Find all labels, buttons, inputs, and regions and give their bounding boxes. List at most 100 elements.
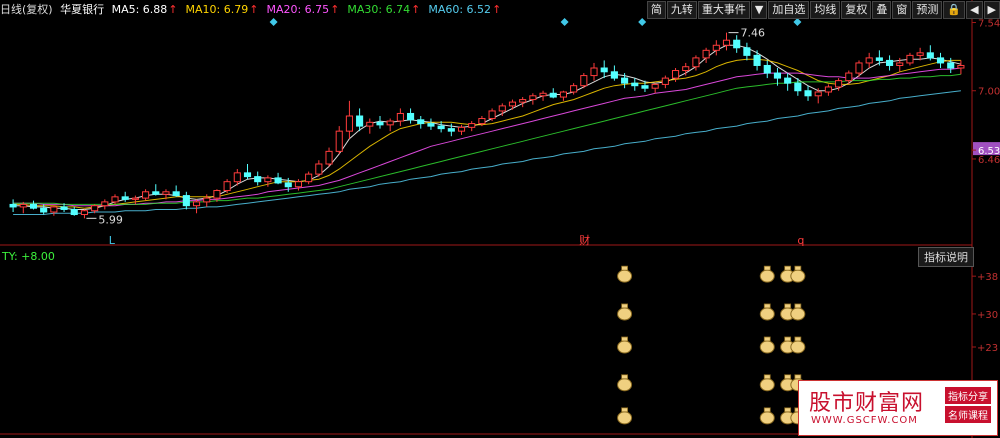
candle-body[interactable] [671, 70, 680, 79]
watermark-tag-share[interactable]: 指标分享 [945, 387, 991, 404]
toolbar-button[interactable]: 加自选 [768, 1, 810, 19]
toolbar-button[interactable]: 九转 [666, 1, 697, 19]
candle-body[interactable] [80, 210, 88, 216]
toolbar-button[interactable]: ▼ [750, 1, 768, 19]
candle-body[interactable] [682, 66, 690, 72]
candle-body[interactable] [488, 110, 496, 120]
candle-body[interactable] [315, 163, 323, 175]
candle-body[interactable] [814, 91, 822, 97]
candle-body[interactable] [478, 118, 486, 125]
candle-body[interactable] [692, 57, 700, 68]
candle-body[interactable] [376, 121, 384, 126]
candle-body[interactable] [213, 190, 221, 199]
candle-body[interactable] [763, 64, 771, 74]
candle-body[interactable] [437, 125, 445, 130]
candle-body[interactable] [610, 71, 618, 79]
candle-body[interactable] [131, 197, 139, 200]
candle-body[interactable] [753, 54, 761, 66]
toolbar-button[interactable]: 重大事件 [697, 1, 750, 19]
kline-chart[interactable]: 7.547.006.536.467.465.99L财q+38+30+23+15+… [0, 0, 1000, 438]
candle-body[interactable] [631, 82, 639, 87]
candle-body[interactable] [570, 85, 578, 93]
candle-body[interactable] [203, 197, 211, 203]
candle-body[interactable] [886, 59, 894, 66]
candle-body[interactable] [865, 57, 873, 64]
candle-body[interactable] [243, 172, 252, 178]
candle-body[interactable] [325, 150, 333, 165]
candle-body[interactable] [101, 201, 109, 207]
candle-body[interactable] [845, 72, 853, 82]
candle-body[interactable] [366, 121, 374, 127]
candle-body[interactable] [91, 205, 99, 212]
watermark-tag-course[interactable]: 名师课程 [945, 406, 991, 423]
candle-body[interactable] [957, 64, 965, 69]
candle-body[interactable] [254, 176, 262, 183]
candle-body[interactable] [70, 208, 78, 216]
candle-body[interactable] [916, 52, 924, 56]
candle-body[interactable] [468, 123, 476, 128]
candle-body[interactable] [559, 91, 567, 98]
candle-body[interactable] [19, 203, 27, 208]
candle-body[interactable] [223, 181, 231, 192]
toolbar-button[interactable]: 均线 [810, 1, 841, 19]
candle-body[interactable] [722, 39, 731, 46]
candle-body[interactable] [233, 172, 241, 183]
toolbar-button[interactable]: 🔒 [943, 1, 966, 19]
candle-body[interactable] [457, 126, 466, 132]
candle-body[interactable] [794, 82, 802, 92]
toolbar-button[interactable]: 预测 [912, 1, 943, 19]
toolbar-button[interactable]: ▶ [983, 1, 1000, 19]
candle-body[interactable] [335, 130, 343, 152]
candle-body[interactable] [9, 203, 17, 208]
candle-body[interactable] [172, 191, 180, 197]
candle-body[interactable] [519, 99, 527, 103]
candle-body[interactable] [702, 49, 710, 59]
candle-body[interactable] [427, 123, 435, 127]
toolbar-button[interactable]: 复权 [841, 1, 872, 19]
candle-body[interactable] [60, 206, 68, 210]
candle-body[interactable] [875, 57, 883, 61]
candle-body[interactable] [192, 201, 201, 207]
candle-body[interactable] [529, 95, 537, 101]
candle-body[interactable] [284, 182, 292, 188]
candle-body[interactable] [661, 77, 669, 85]
candle-body[interactable] [804, 90, 812, 97]
candle-body[interactable] [621, 77, 629, 84]
candle-body[interactable] [784, 77, 792, 84]
candle-body[interactable] [580, 75, 588, 87]
candle-body[interactable] [824, 86, 832, 93]
candle-body[interactable] [498, 105, 506, 112]
candle-body[interactable] [926, 52, 934, 59]
candle-body[interactable] [539, 92, 547, 97]
candle-body[interactable] [549, 92, 557, 98]
candle-body[interactable] [50, 206, 58, 213]
site-watermark[interactable]: 股市财富网 WWW.GSCFW.COM 指标分享 名师课程 [798, 380, 998, 436]
candle-body[interactable] [733, 39, 741, 49]
candle-body[interactable] [590, 67, 598, 77]
candle-body[interactable] [264, 177, 272, 183]
candle-body[interactable] [29, 203, 38, 209]
candle-body[interactable] [345, 115, 353, 132]
candle-body[interactable] [773, 72, 782, 79]
candle-body[interactable] [111, 196, 119, 203]
candle-body[interactable] [142, 191, 150, 199]
candle-body[interactable] [294, 181, 303, 188]
candle-body[interactable] [600, 67, 608, 73]
candle-body[interactable] [152, 191, 160, 195]
toolbar-button[interactable]: 叠 [872, 1, 892, 19]
candle-body[interactable] [162, 191, 170, 195]
candle-body[interactable] [121, 196, 129, 200]
candle-body[interactable] [40, 207, 48, 213]
toolbar-button[interactable]: 简 [646, 1, 666, 19]
candle-body[interactable] [641, 85, 649, 89]
candle-body[interactable] [396, 112, 404, 122]
candle-body[interactable] [356, 115, 364, 127]
candle-body[interactable] [386, 120, 394, 126]
candle-body[interactable] [743, 47, 751, 56]
candle-body[interactable] [947, 62, 955, 69]
candle-body[interactable] [508, 101, 517, 107]
candle-body[interactable] [835, 80, 843, 88]
candle-body[interactable] [936, 57, 945, 64]
toolbar-button[interactable]: 窗 [892, 1, 912, 19]
indicator-help-button[interactable]: 指标说明 [918, 247, 974, 267]
